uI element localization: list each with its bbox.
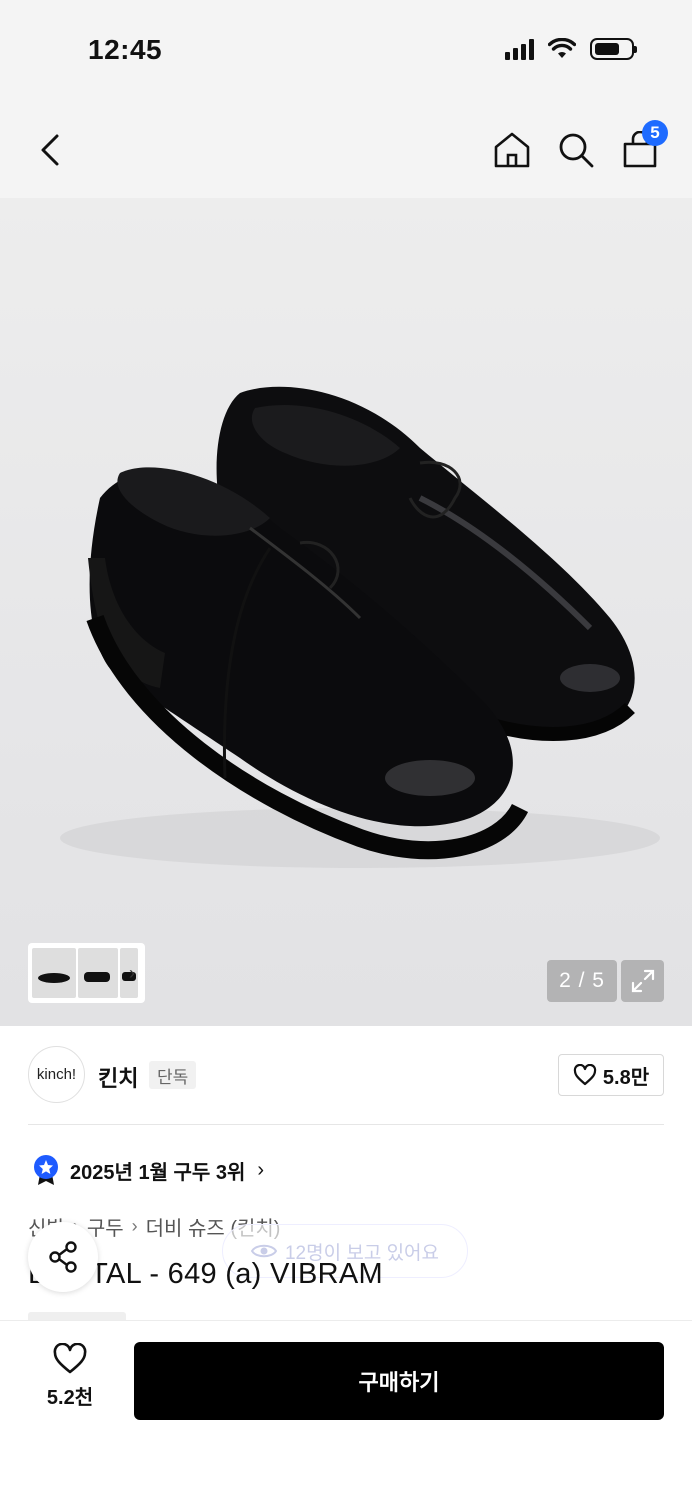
status-bar: 12:45 <box>0 0 692 100</box>
shoes-image <box>60 386 660 868</box>
chevron-right-icon: › <box>129 963 135 983</box>
ranking-badge-icon <box>34 1155 58 1185</box>
home-button[interactable] <box>488 126 536 174</box>
search-button[interactable] <box>552 126 600 174</box>
image-counter: 2 / 5 <box>547 960 617 1002</box>
brand-name[interactable]: 킨치 <box>98 1061 138 1093</box>
wishlist-button[interactable]: 5.2천 <box>30 1343 110 1423</box>
buy-button[interactable]: 구매하기 <box>134 1342 664 1420</box>
expand-button[interactable] <box>621 960 664 1002</box>
shoe-thumbnail-icon <box>38 973 70 983</box>
thumbnail-strip[interactable]: › <box>28 943 145 1003</box>
divider <box>28 1124 664 1125</box>
share-icon <box>49 1241 77 1273</box>
brand-logo[interactable]: kinch! <box>28 1046 85 1103</box>
brand-row: kinch! 킨치 단독 5.8만 <box>0 1026 692 1126</box>
chevron-right-icon: › <box>131 1216 138 1236</box>
status-time: 12:45 <box>88 34 163 65</box>
search-icon <box>559 133 594 168</box>
product-image[interactable]: › 2 / 5 <box>0 198 692 1026</box>
bottom-action-bar: 5.2천 구매하기 <box>0 1320 692 1500</box>
cart-button[interactable]: 5 <box>616 120 668 174</box>
heart-icon <box>53 1343 87 1374</box>
wishlist-count: 5.2천 <box>46 1387 94 1409</box>
shoe-thumbnail-icon <box>84 972 110 982</box>
share-button[interactable] <box>28 1222 98 1292</box>
exclusive-tag: 단독 <box>149 1061 197 1089</box>
status-icons <box>505 38 637 60</box>
cart-count-badge: 5 <box>642 120 668 146</box>
ranking-text: 2025년 1월 구두 3위 <box>70 1161 246 1184</box>
breadcrumb-item[interactable]: 구두 <box>87 1212 124 1241</box>
chevron-right-icon: › <box>257 1158 265 1181</box>
thumbnail-1[interactable] <box>32 948 76 998</box>
nav-bar: 5 <box>0 110 692 190</box>
back-button[interactable] <box>26 126 74 174</box>
thumbnail-2[interactable] <box>78 948 118 998</box>
ranking-link[interactable]: 2025년 1월 구두 3위 › <box>32 1150 264 1190</box>
brand-like-button[interactable]: 5.8만 <box>558 1054 664 1096</box>
heart-icon <box>573 1064 597 1086</box>
home-icon <box>494 132 530 168</box>
chevron-left-icon <box>41 134 59 166</box>
brand-like-count: 5.8만 <box>602 1066 650 1089</box>
wifi-icon <box>548 38 576 58</box>
battery-icon <box>590 38 637 60</box>
top-area: 12:45 5 <box>0 0 692 198</box>
expand-icon <box>631 969 654 993</box>
cellular-signal-icon <box>505 38 534 60</box>
